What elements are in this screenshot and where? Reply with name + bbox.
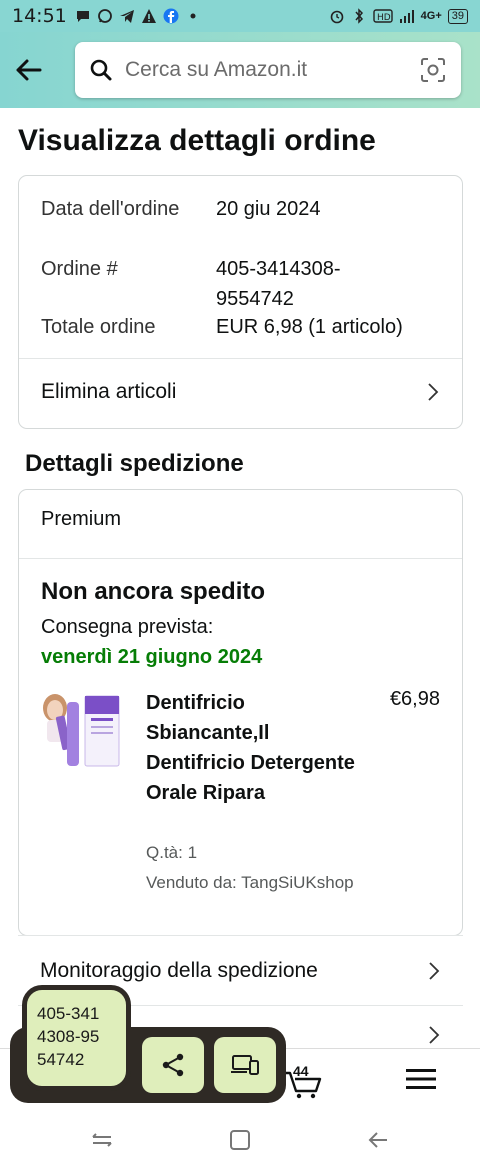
expected-delivery-date: venerdì 21 giugno 2024: [41, 646, 263, 668]
status-bar: 14:51 HD 4G+ 39: [0, 0, 480, 32]
telegram-icon: [119, 10, 134, 23]
bluetooth-icon: [355, 8, 363, 24]
hd-icon: HD: [372, 9, 393, 23]
product-name-link[interactable]: Dentifricio Sbiancante,Il Dentifricio De…: [146, 688, 356, 808]
status-time: 14:51: [12, 5, 67, 27]
chevron-right-icon: [429, 961, 440, 980]
shipping-card: Premium Non ancora spedito Consegna prev…: [18, 489, 463, 936]
svg-text:HD: HD: [377, 13, 391, 23]
order-date-label: Data dell'ordine: [41, 198, 180, 220]
arrow-left-icon: [16, 59, 42, 81]
back-nav-icon[interactable]: [366, 1128, 390, 1152]
order-date-value: 20 giu 2024: [216, 198, 321, 220]
devices-icon: [231, 1055, 259, 1075]
camera-scan-icon[interactable]: [419, 56, 447, 84]
menu-icon[interactable]: [406, 1067, 436, 1091]
expected-delivery-label: Consegna prevista:: [41, 616, 214, 638]
shipping-status: Non ancora spedito: [41, 578, 266, 605]
warning-icon: [141, 9, 156, 23]
page-title: Visualizza dettagli ordine: [18, 124, 376, 157]
recent-apps-icon[interactable]: [90, 1128, 114, 1152]
order-number-label: Ordine #: [41, 258, 118, 280]
dot-icon: [190, 13, 196, 19]
product-price: €6,98: [389, 688, 440, 710]
shipping-service: Premium: [41, 508, 122, 530]
search-icon: [90, 59, 112, 81]
remove-items-label: Elimina articoli: [41, 380, 177, 403]
app-header: Cerca su Amazon.it: [0, 32, 480, 108]
4g-icon: 4G+: [420, 10, 442, 22]
chevron-right-icon: [429, 1026, 440, 1044]
product-image[interactable]: [41, 688, 123, 772]
system-navigation: [0, 1108, 480, 1170]
alarm-icon: [330, 10, 343, 24]
search-input[interactable]: Cerca su Amazon.it: [75, 42, 461, 98]
search-placeholder: Cerca su Amazon.it: [125, 58, 308, 81]
shipping-section-title: Dettagli spedizione: [25, 450, 244, 477]
copied-text-chip[interactable]: 405-341 4308-95 54742: [22, 985, 131, 1091]
product-quantity: Q.tà: 1: [146, 843, 198, 862]
order-total-value: EUR 6,98 (1 articolo): [216, 316, 403, 338]
share-button[interactable]: [142, 1037, 204, 1093]
order-summary-card: Data dell'ordine 20 giu 2024 Ordine # 40…: [18, 175, 463, 429]
share-icon: [162, 1053, 184, 1077]
battery-icon: 39: [447, 8, 468, 24]
facebook-icon: [163, 8, 179, 24]
divider: [19, 558, 462, 559]
cart-count: 44: [293, 1063, 309, 1079]
back-button[interactable]: [0, 42, 56, 98]
send-to-device-button[interactable]: [214, 1037, 276, 1093]
battery-level: 39: [451, 9, 464, 22]
product-seller: Venduto da: TangSiUKshop: [146, 873, 354, 892]
signal-icon: [399, 10, 414, 23]
order-number-value: 405-3414308-9554742: [216, 258, 341, 310]
chat-icon: [76, 11, 89, 22]
order-total-label: Totale ordine: [41, 316, 156, 338]
whatsapp-icon: [97, 9, 112, 23]
chevron-right-icon: [428, 383, 439, 401]
tracking-label: Monitoraggio della spedizione: [40, 958, 318, 982]
home-icon[interactable]: [228, 1128, 252, 1152]
remove-items-link[interactable]: Elimina articoli: [19, 359, 462, 425]
